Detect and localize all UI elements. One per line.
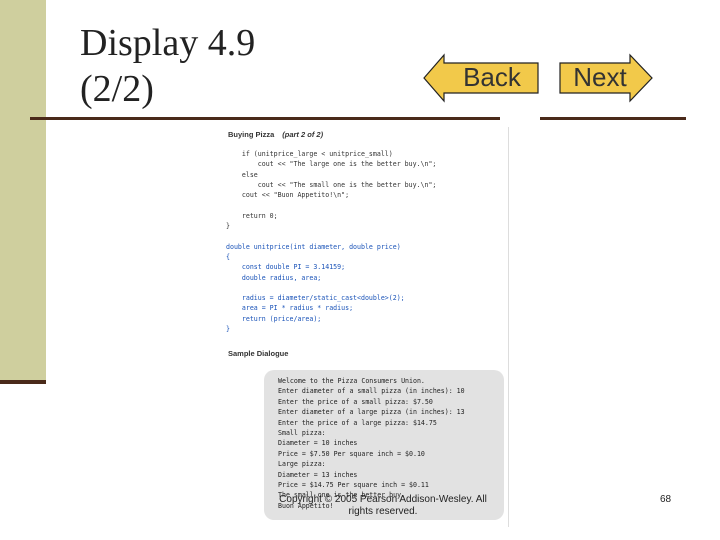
dialogue-line: Price = $7.50 Per square inch = $0.10 — [278, 449, 425, 458]
code-line: double unitprice(int diameter, double pr… — [226, 242, 401, 251]
next-button[interactable]: Next — [558, 53, 654, 103]
dialogue-line: Price = $14.75 Per square inch = $0.11 — [278, 480, 429, 489]
code-line: if (unitprice_large < unitprice_small) — [226, 150, 393, 158]
dialogue-line: Large pizza: — [278, 460, 326, 469]
page-number: 68 — [660, 494, 672, 505]
code-line: { — [226, 252, 230, 261]
dialogue-line: Enter diameter of a large pizza (in inch… — [278, 408, 465, 417]
slide-title-line2: (2/2) — [80, 68, 154, 110]
next-button-label: Next — [573, 62, 627, 92]
code-line: area = PI * radius * radius; — [226, 304, 354, 313]
code-line: cout << "The large one is the better buy… — [226, 160, 437, 169]
title-divider-left — [30, 117, 500, 120]
code-line: else — [226, 170, 258, 179]
slide-title: Display 4.9 (2/2) — [80, 20, 255, 112]
slide-title-line1: Display 4.9 — [80, 22, 256, 64]
left-accent-bar-edge — [0, 380, 46, 384]
dialogue-line: Diameter = 13 inches — [278, 470, 358, 479]
back-button[interactable]: Back — [422, 53, 542, 103]
dialogue-line: Enter diameter of a small pizza (in inch… — [278, 387, 465, 396]
left-accent-bar — [0, 0, 46, 383]
code-line: return (price/area); — [226, 314, 322, 323]
dialogue-lines: Welcome to the Pizza Consumers Union. Ent… — [278, 376, 465, 511]
code-line: cout << "The small one is the better buy… — [226, 180, 437, 189]
dialogue-line: Diameter = 10 inches — [278, 439, 358, 448]
title-divider-right — [540, 117, 686, 120]
code-line: const double PI = 3.14159; — [226, 263, 346, 272]
listing-header: Buying Pizza (part 2 of 2) — [228, 130, 323, 139]
dialogue-line: Small pizza: — [278, 428, 326, 437]
code-block: if (unitprice_large < unitprice_small) c… — [226, 149, 508, 334]
code-listing-image: Buying Pizza (part 2 of 2) if (unitprice_… — [226, 127, 509, 527]
code-line: radius = diameter/static_cast<double>(2)… — [226, 294, 405, 303]
code-line: double radius, area; — [226, 273, 322, 282]
code-line: return 0; — [226, 211, 278, 220]
copyright-footer: Copyright © 2005 Pearson Addison-Wesley.… — [279, 494, 487, 517]
listing-title: Buying Pizza — [228, 130, 275, 139]
dialogue-line: Enter the price of a small pizza: $7.50 — [278, 397, 433, 406]
code-line: cout << "Buon Appetito!\n"; — [226, 191, 350, 200]
code-line: } — [226, 325, 230, 334]
dialogue-line: Welcome to the Pizza Consumers Union. — [278, 377, 425, 385]
listing-part: (part 2 of 2) — [282, 130, 324, 139]
code-line: } — [226, 222, 230, 231]
back-button-label: Back — [463, 62, 521, 92]
dialogue-line: Enter the price of a large pizza: $14.75 — [278, 418, 437, 427]
dialogue-header: Sample Dialogue — [228, 349, 289, 358]
